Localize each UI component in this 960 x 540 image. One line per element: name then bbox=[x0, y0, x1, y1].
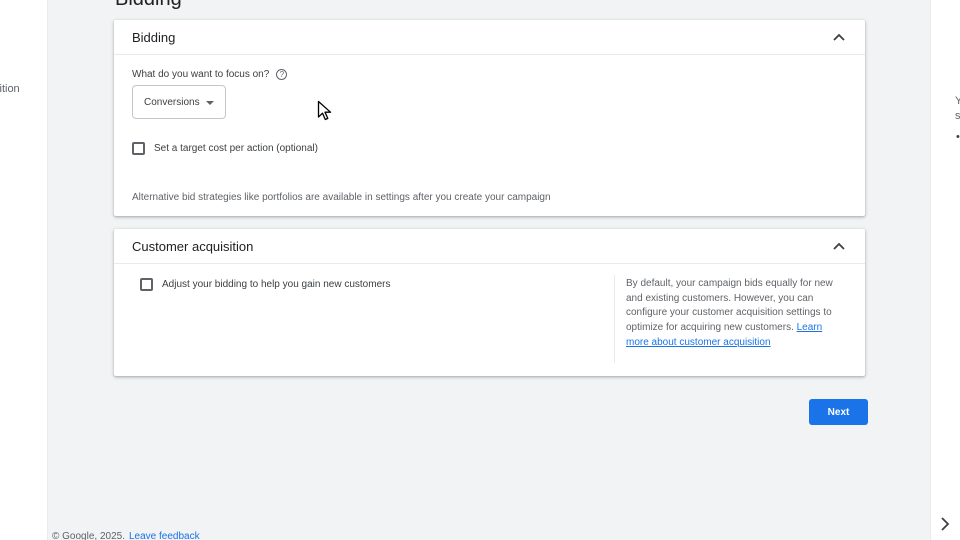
left-rail-text: sition bbox=[0, 83, 20, 95]
focus-select-value: Conversions bbox=[144, 96, 200, 108]
page-title: Bidding bbox=[115, 0, 182, 11]
leave-feedback-link[interactable]: Leave feedback bbox=[129, 531, 200, 540]
new-customers-checkbox[interactable] bbox=[140, 278, 153, 291]
mouse-pointer-icon bbox=[317, 100, 332, 121]
caret-down-icon bbox=[206, 101, 214, 105]
chevron-right-icon[interactable] bbox=[940, 517, 950, 531]
next-button[interactable]: Next bbox=[809, 399, 868, 425]
new-customers-label: Adjust your bidding to help you gain new… bbox=[162, 279, 391, 290]
right-panel-text-2: s bbox=[955, 110, 960, 122]
focus-select[interactable]: Conversions bbox=[132, 85, 226, 119]
target-cost-checkbox[interactable] bbox=[132, 142, 145, 155]
target-cost-option[interactable]: Set a target cost per action (optional) bbox=[132, 142, 318, 155]
new-customers-option[interactable]: Adjust your bidding to help you gain new… bbox=[140, 278, 390, 291]
bidding-card: Bidding What do you want to focus on? ? … bbox=[114, 20, 865, 216]
target-cost-label: Set a target cost per action (optional) bbox=[154, 143, 318, 154]
focus-question-label: What do you want to focus on? bbox=[132, 69, 270, 80]
acquisition-card-title: Customer acquisition bbox=[132, 239, 254, 254]
section-divider bbox=[614, 275, 615, 363]
help-circle-icon[interactable]: ? bbox=[276, 69, 288, 80]
right-panel-text-1: Y bbox=[955, 95, 960, 107]
footer: © Google, 2025. Leave feedback bbox=[52, 531, 200, 540]
chevron-up-icon[interactable] bbox=[833, 32, 845, 42]
copyright-text: © Google, 2025. bbox=[52, 531, 125, 540]
acquisition-description: By default, your campaign bids equally f… bbox=[626, 277, 836, 351]
chevron-up-icon[interactable] bbox=[833, 241, 845, 251]
bid-strategy-note: Alternative bid strategies like portfoli… bbox=[132, 192, 551, 203]
right-help-panel: Y s • bbox=[930, 0, 960, 540]
acquisition-card-header[interactable]: Customer acquisition bbox=[114, 229, 865, 264]
right-panel-bullet: • bbox=[956, 131, 960, 143]
left-navigation-rail: sition bbox=[0, 0, 48, 540]
bidding-card-title: Bidding bbox=[132, 30, 176, 45]
customer-acquisition-card: Customer acquisition Adjust your bidding… bbox=[114, 229, 865, 376]
focus-question: What do you want to focus on? ? bbox=[132, 69, 288, 80]
bidding-card-header[interactable]: Bidding bbox=[114, 20, 865, 55]
